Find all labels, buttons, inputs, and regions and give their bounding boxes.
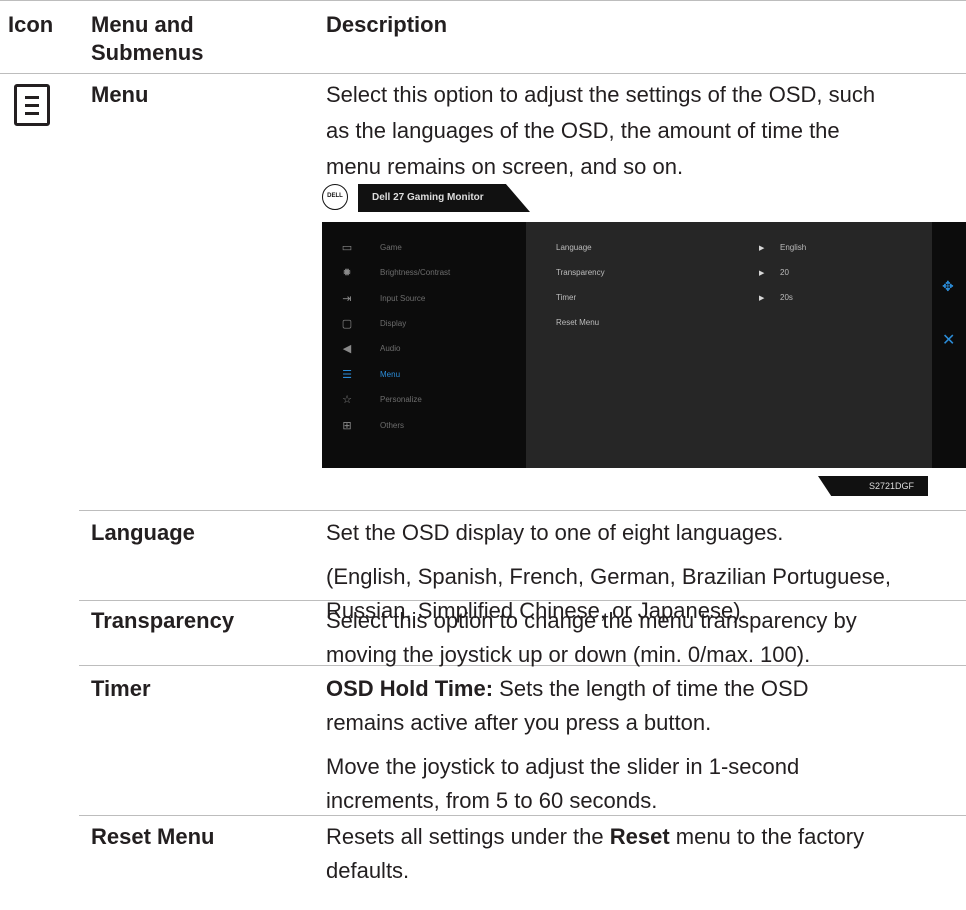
desc-line: menu remains on screen, and so on. [326,154,684,179]
osd-item-display[interactable]: ▢ Display [322,314,526,334]
row-desc-reset-menu: Resets all settings under the Reset menu… [326,822,946,886]
desc-line: Select this option to change the menu tr… [326,608,857,633]
table-top-rule [0,0,966,1]
header-menu-line1: Menu and [91,12,194,37]
osd-hold-time-label: OSD Hold Time: [326,676,494,701]
osd-panel: ▭ Game ✹ Brightness/Contrast ⇥ Input Source… [322,222,966,468]
osd-setting-name: Language [556,243,592,252]
osd-item-personalize[interactable]: ☆ Personalize [322,390,526,410]
osd-title-bar: Dell 27 Gaming Monitor DELL [322,184,530,212]
osd-item-label: Brightness/Contrast [380,268,451,277]
osd-main-menu: ▭ Game ✹ Brightness/Contrast ⇥ Input Source… [322,222,526,468]
osd-setting-timer[interactable]: Timer ▶ 20s [556,293,916,307]
row-label-transparency: Transparency [91,608,235,633]
osd-item-label: Others [380,421,405,430]
audio-icon: ◀ [342,343,352,355]
arrow-right-icon: ▶ [759,295,765,302]
display-icon: ▢ [341,318,353,330]
menu-icon: ☰ [342,369,352,381]
osd-navigation: ✥ ✕ [932,222,966,468]
brightness-icon: ✹ [342,267,352,279]
others-icon: ⊞ [342,420,352,432]
row-desc-menu: Select this option to adjust the setting… [326,80,946,182]
arrow-right-icon: ▶ [759,245,765,252]
row-label-reset-menu: Reset Menu [91,824,215,849]
osd-model-tag: S2721DGF [818,476,928,496]
desc-line: Resets all settings under the Reset menu… [326,822,946,852]
osd-setting-language[interactable]: Language ▶ English [556,243,916,257]
dell-logo: DELL [322,184,348,210]
desc-text: menu to the factory [669,824,865,849]
header-description: Description [326,12,448,37]
arrow-right-icon: ▶ [759,270,765,277]
header-icon: Icon [8,12,54,37]
osd-setting-reset-menu[interactable]: Reset Menu [556,318,916,332]
osd-item-label: Audio [380,344,401,353]
joystick-move-icon[interactable]: ✥ [942,278,954,295]
desc-line: moving the joystick up or down (min. 0/m… [326,642,811,667]
osd-setting-value: English [780,243,807,252]
osd-setting-name: Transparency [556,268,605,277]
osd-item-game[interactable]: ▭ Game [322,238,526,258]
row-label-timer: Timer [91,676,151,701]
desc-line: increments, from 5 to 60 seconds. [326,788,658,813]
row-rule-language [79,510,966,511]
osd-item-brightness[interactable]: ✹ Brightness/Contrast [322,263,526,283]
desc-line: remains active after you press a button. [326,710,712,735]
osd-item-menu[interactable]: ☰ Menu [322,365,526,385]
desc-line: OSD Hold Time: Sets the length of time t… [326,674,946,704]
desc-line: Select this option to adjust the setting… [326,82,876,107]
desc-line: Move the joystick to adjust the slider i… [326,754,800,779]
desc-text: Resets all settings under the [326,824,610,849]
input-source-icon: ⇥ [342,293,352,305]
game-icon: ▭ [341,242,353,254]
header-bottom-rule [0,73,966,74]
osd-item-label: Game [380,243,402,252]
osd-setting-name: Timer [556,293,577,302]
row-desc-timer: OSD Hold Time: Sets the length of time t… [326,674,946,816]
osd-submenu: Language ▶ English Transparency ▶ 20 Timer ▶ 2… [526,222,932,468]
osd-item-input-source[interactable]: ⇥ Input Source [322,289,526,309]
row-label-language: Language [91,520,195,545]
menu-icon [14,84,50,126]
osd-title: Dell 27 Gaming Monitor [358,184,530,212]
close-icon[interactable]: ✕ [942,330,955,350]
osd-setting-name: Reset Menu [556,318,600,327]
osd-setting-transparency[interactable]: Transparency ▶ 20 [556,268,916,282]
desc-line: as the languages of the OSD, the amount … [326,118,840,143]
osd-item-label: Menu [380,370,401,379]
osd-item-others[interactable]: ⊞ Others [322,416,526,436]
osd-setting-value: 20s [780,293,793,302]
osd-item-audio[interactable]: ◀ Audio [322,339,526,359]
osd-setting-value: 20 [780,268,789,277]
desc-line: Set the OSD display to one of eight lang… [326,520,784,545]
star-icon: ☆ [342,394,352,406]
desc-line: defaults. [326,858,410,883]
row-label-menu: Menu [91,82,149,107]
desc-text: Sets the length of time the OSD [493,676,809,701]
desc-line: (English, Spanish, French, German, Brazi… [326,564,891,589]
osd-item-label: Personalize [380,395,422,404]
osd-item-label: Input Source [380,294,426,303]
row-desc-transparency: Select this option to change the menu tr… [326,606,946,670]
reset-keyword: Reset [609,824,670,849]
header-menu-line2: Submenus [91,40,204,65]
osd-item-label: Display [380,319,407,328]
